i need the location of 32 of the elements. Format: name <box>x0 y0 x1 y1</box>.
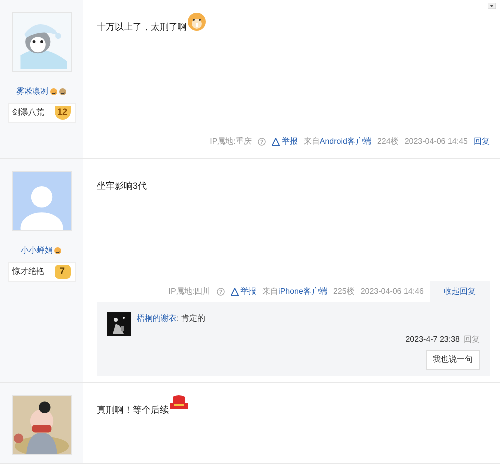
warning-icon <box>230 288 239 296</box>
ip-location: IP属地:重庆 <box>210 136 252 148</box>
username-link[interactable]: 小小蝉娟 <box>21 245 53 257</box>
floor-number: 224楼 <box>377 136 399 148</box>
comment-button[interactable]: 我也说一句 <box>426 350 480 370</box>
help-icon <box>216 288 225 296</box>
sofa-icon <box>169 395 189 411</box>
username-link[interactable]: 雾凇凛冽 <box>16 86 48 98</box>
smiley-icon <box>187 12 207 32</box>
post-content: 坐牢影响3代 <box>97 181 148 191</box>
smiley-icon <box>54 247 62 255</box>
report-link[interactable]: 举报 <box>240 286 257 298</box>
floor-number: 225楼 <box>333 286 355 298</box>
reply-time: 2023-4-7 23:38 <box>406 334 460 346</box>
level-badge: 7 <box>54 265 70 279</box>
ip-location: IP属地:四川 <box>168 286 211 298</box>
post-time: 2023-04-06 14:45 <box>404 136 468 148</box>
help-icon <box>258 138 266 146</box>
badge-title: 剑瀑八荒 <box>12 107 44 119</box>
post-content: 十万以上了，太刑了啊 <box>97 22 187 32</box>
level-badge: 12 <box>54 106 70 120</box>
warning-icon <box>272 138 280 146</box>
reply-toggle[interactable]: 回复 <box>474 136 490 148</box>
post-time: 2023-04-06 14:46 <box>360 286 424 298</box>
post-content: 真刑啊！等个后续 <box>97 405 169 415</box>
reply-toggle[interactable]: 收起回复 <box>430 281 490 303</box>
source-text: 来自Android客户端 <box>304 136 372 148</box>
report-link[interactable]: 举报 <box>282 136 298 148</box>
dropdown-icon[interactable] <box>488 3 496 9</box>
reply-text: 梧桐的谢衣: 肯定的 <box>137 313 206 325</box>
source-text: 来自iPhone客户端 <box>262 286 328 298</box>
badge-title: 惊才绝艳 <box>12 266 44 278</box>
